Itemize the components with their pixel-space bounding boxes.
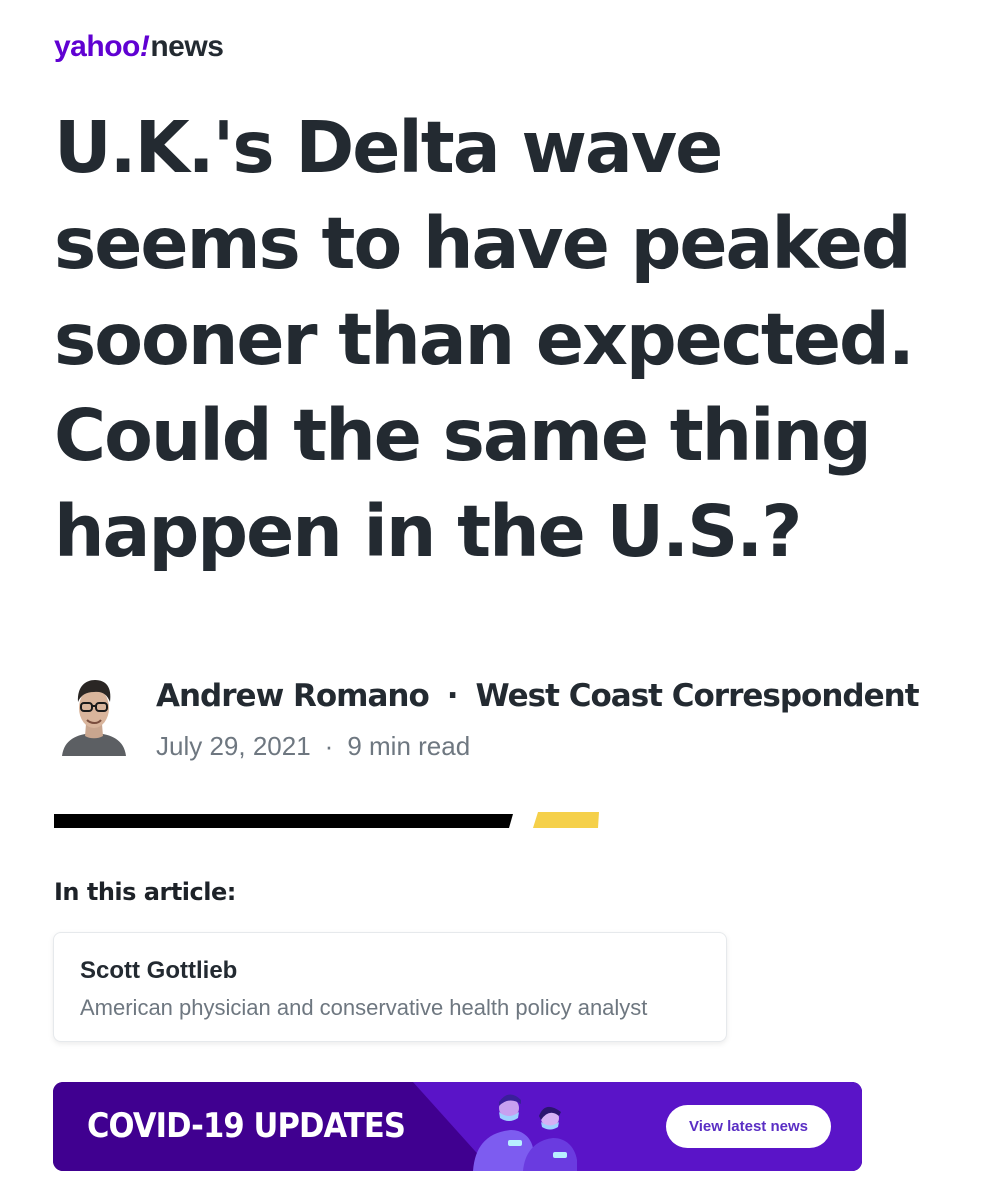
author-photo-icon [62,680,126,756]
view-latest-news-button[interactable]: View latest news [666,1105,831,1148]
section-divider [54,812,599,828]
covid-banner-title: COVID-19 UPDATES [87,1106,406,1146]
author-name[interactable]: Andrew Romano [156,678,430,714]
entity-name: Scott Gottlieb [80,957,238,984]
logo-brand: yahoo [54,30,140,63]
article-headline: U.K.'s Delta wave seems to have peaked s… [54,106,915,573]
article-meta: July 29, 2021 · 9 min read [156,730,470,762]
meta-separator: · [324,730,334,761]
read-time: 9 min read [347,730,471,761]
author-avatar[interactable] [58,672,130,756]
entity-card[interactable]: Scott Gottlieb American physician and co… [53,932,727,1042]
in-this-article-heading: In this article: [54,878,236,906]
covid-updates-banner[interactable]: COVID-19 UPDATES View latest news [53,1082,862,1171]
logo-section: news [150,30,224,63]
yahoo-news-logo[interactable]: yahoo! news [54,30,224,70]
byline-separator: · [446,678,459,714]
entity-description: American physician and conservative heal… [80,995,648,1020]
logo-bang: ! [139,30,150,63]
author-byline: Andrew Romano · West Coast Correspondent [156,676,920,716]
publish-date: July 29, 2021 [156,730,311,761]
author-title: West Coast Correspondent [475,678,920,714]
